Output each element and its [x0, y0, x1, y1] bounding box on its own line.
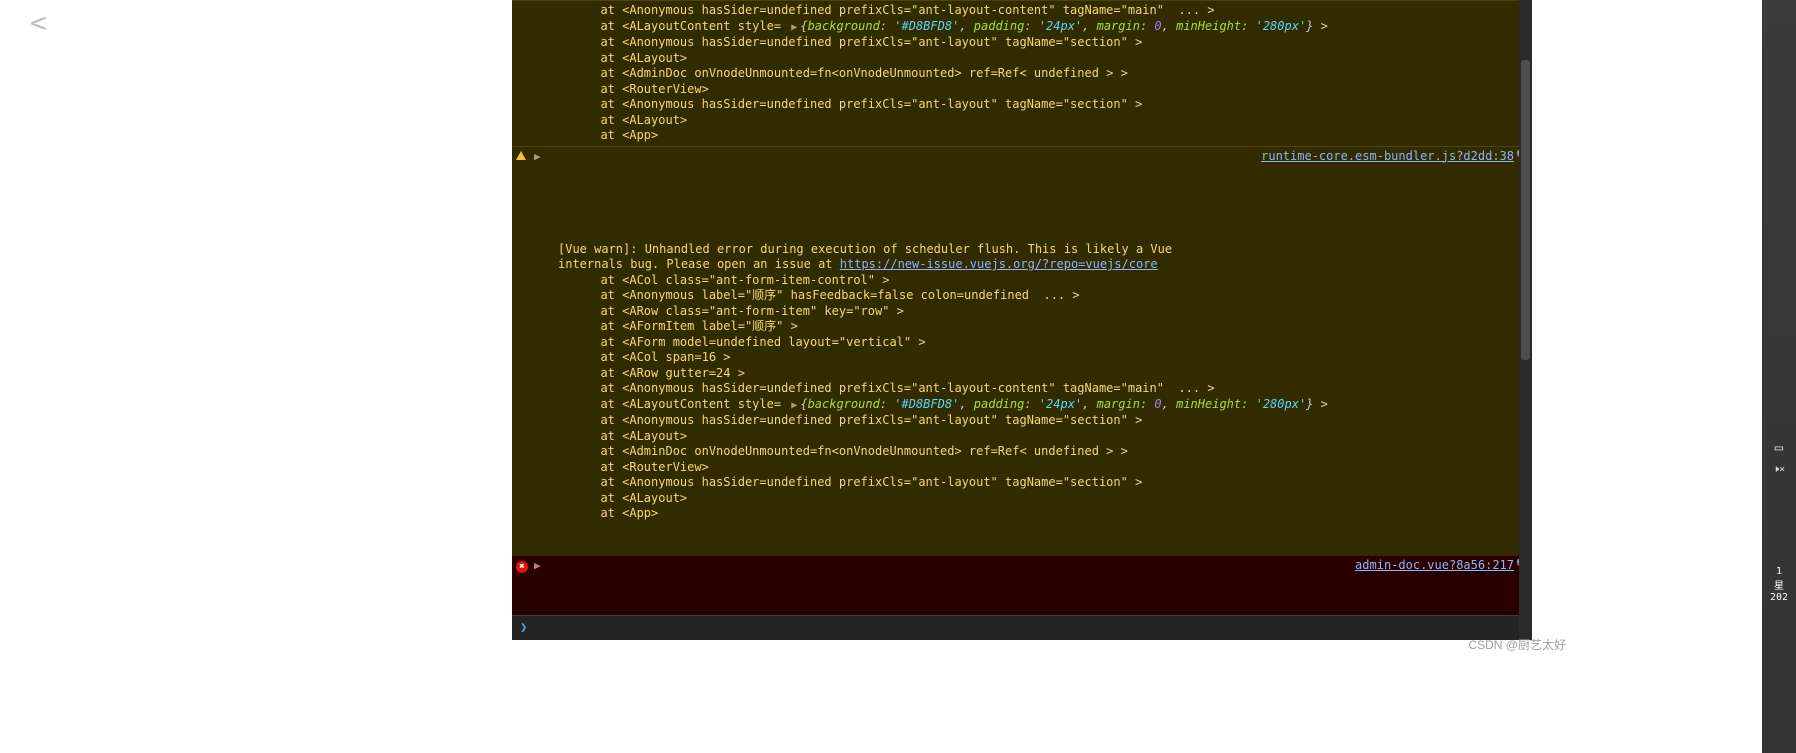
stack-frame: at <Anonymous label="顺序" hasFeedback=fal…	[558, 288, 1502, 304]
warning-text: [Vue warn]: Unhandled error during execu…	[558, 242, 1179, 256]
scrollbar-thumb[interactable]	[1521, 60, 1530, 360]
warning-text: internals bug. Please open an issue at	[558, 257, 840, 271]
stack-frame: at <ALayout>	[558, 491, 1502, 507]
tray-window-icon[interactable]: ▭	[1762, 440, 1796, 456]
tray-time-line: 1	[1762, 566, 1796, 577]
console-warning-message[interactable]: at <Anonymous hasSider=undefined prefixC…	[512, 0, 1532, 146]
console-warning-message[interactable]: ▶ runtime-core.esm-bundler.js?d2dd:38 🔍 …	[512, 146, 1532, 555]
console-input-prompt[interactable]: ❯	[512, 615, 1532, 640]
tray-day-line: 星	[1762, 577, 1796, 592]
issue-link[interactable]: https://new-issue.vuejs.org/?repo=vuejs/…	[840, 257, 1158, 271]
stack-frame: at <Anonymous hasSider=undefined prefixC…	[558, 413, 1502, 429]
vertical-scrollbar[interactable]	[1519, 0, 1532, 640]
object-expand-arrow-icon[interactable]: ▶	[788, 20, 800, 36]
stack-frame: at <Anonymous hasSider=undefined prefixC…	[558, 35, 1502, 51]
stack-frame: at <Anonymous hasSider=undefined prefixC…	[558, 3, 1502, 19]
stack-frame: at <ACol span=16 >	[558, 350, 1502, 366]
stack-frame: at <App>	[558, 128, 1502, 144]
tray-mute-icon[interactable]: 🕨×	[1762, 464, 1796, 475]
angle-bracket: <	[30, 6, 47, 39]
tray-year-line: 202	[1762, 592, 1796, 603]
expand-arrow-icon[interactable]: ▶	[534, 149, 541, 165]
stack-frame: at <ARow gutter=24 >	[558, 366, 1502, 382]
stack-frame: at <Anonymous hasSider=undefined prefixC…	[558, 97, 1502, 113]
source-link[interactable]: runtime-core.esm-bundler.js?d2dd:38	[1261, 149, 1514, 165]
devtools-console[interactable]: at <Anonymous hasSider=undefined prefixC…	[512, 0, 1532, 640]
stack-frame: at <AdminDoc onVnodeUnmounted=fn<onVnode…	[558, 66, 1502, 82]
system-side-tray: ▭ 🕨× 1 星 202	[1762, 0, 1796, 753]
stack-frame: at <ARow class="ant-form-item" key="row"…	[558, 304, 1502, 320]
csdn-watermark: CSDN @厨艺太好	[1468, 636, 1566, 653]
stack-frame: at <RouterView>	[558, 460, 1502, 476]
stack-frame: at <ALayout>	[558, 113, 1502, 129]
page-left-blank: <	[0, 0, 512, 753]
stack-frame: at <RouterView>	[558, 82, 1502, 98]
prompt-chevron-icon: ❯	[520, 620, 527, 634]
stack-frame: at <Anonymous hasSider=undefined prefixC…	[558, 381, 1502, 397]
stack-frame: at <Anonymous hasSider=undefined prefixC…	[558, 475, 1502, 491]
stack-frame: at <ALayout>	[558, 51, 1502, 67]
expand-arrow-icon[interactable]: ▶	[534, 558, 541, 574]
error-icon: ✖	[516, 558, 530, 572]
stack-frame: at <AdminDoc onVnodeUnmounted=fn<onVnode…	[558, 444, 1502, 460]
stack-frame: at <ALayoutContent style= ▶{background: …	[558, 397, 1502, 414]
stack-frame: at <ACol class="ant-form-item-control" >	[558, 273, 1502, 289]
warning-icon	[516, 149, 530, 163]
source-link[interactable]: admin-doc.vue?8a56:217	[1355, 558, 1514, 574]
stack-frame: at <AForm model=undefined layout="vertic…	[558, 335, 1502, 351]
stack-frame: at <ALayout>	[558, 429, 1502, 445]
stack-frame: at <ALayoutContent style= ▶{background: …	[558, 19, 1502, 36]
stack-frame: at <App>	[558, 506, 1502, 522]
stack-frame: at <AFormItem label="顺序" >	[558, 319, 1502, 335]
tray-clock[interactable]: 1 星 202	[1762, 566, 1796, 603]
object-expand-arrow-icon[interactable]: ▶	[788, 398, 800, 414]
